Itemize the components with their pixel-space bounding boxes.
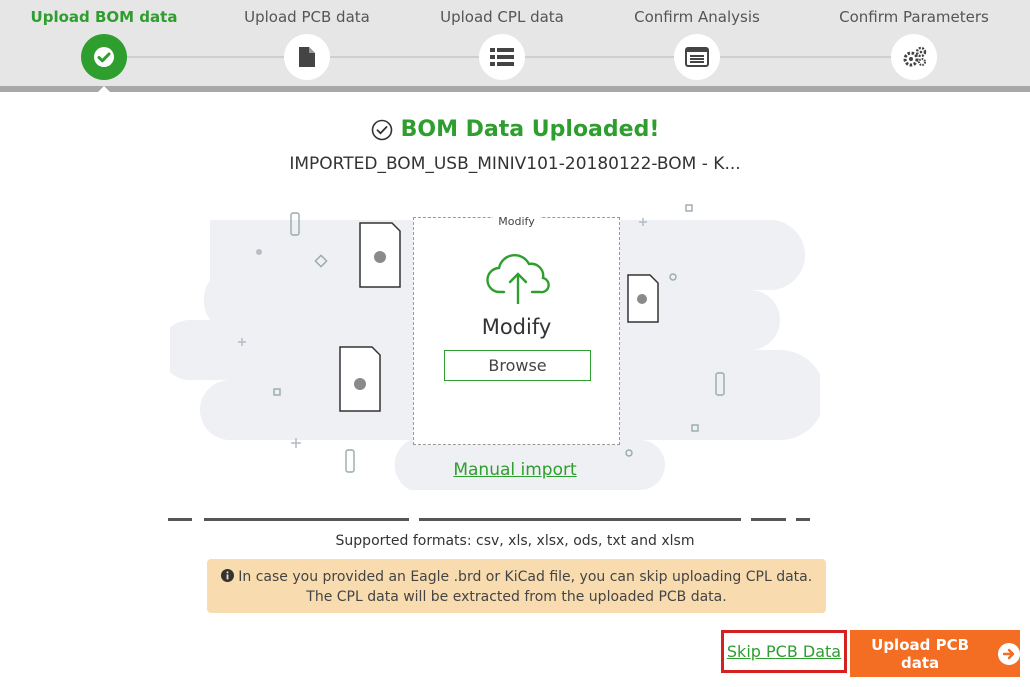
info-notice: In case you provided an Eagle .brd or Ki… (207, 559, 826, 613)
manual-import-link[interactable]: Manual import (453, 460, 576, 480)
step-label: Upload CPL data (440, 8, 564, 26)
step-upload-bom[interactable]: Upload BOM data (4, 0, 204, 80)
upload-button-label: Upload PCB data (871, 635, 970, 672)
step-label: Upload BOM data (30, 8, 178, 26)
gears-icon (891, 34, 937, 80)
file-icon (284, 34, 330, 80)
step-label: Confirm Analysis (634, 8, 760, 26)
skip-highlight: Skip PCB Data (721, 630, 847, 673)
step-label: Confirm Parameters (839, 8, 989, 26)
step-confirm-analysis[interactable]: Confirm Analysis (597, 0, 797, 80)
list-icon (479, 34, 525, 80)
step-label: Upload PCB data (244, 8, 370, 26)
stepper-divider (0, 86, 1030, 92)
supported-formats: Supported formats: csv, xls, xlsx, ods, … (335, 533, 695, 549)
browse-button[interactable]: Browse (444, 350, 591, 381)
page-title: BOM Data Uploaded! (0, 117, 1030, 142)
dropzone-label: Modify (481, 315, 552, 339)
uploaded-filename: IMPORTED_BOM_USB_MINIV101-20180122-BOM -… (289, 154, 741, 174)
step-upload-pcb[interactable]: Upload PCB data (207, 0, 407, 80)
file-dropzone[interactable]: Modify Modify Browse (413, 215, 620, 445)
step-confirm-parameters[interactable]: Confirm Parameters (814, 0, 1014, 80)
dropzone-legend: Modify (493, 215, 540, 228)
window-list-icon (674, 34, 720, 80)
title-text: BOM Data Uploaded! (400, 117, 660, 142)
progress-stepper: Upload BOM data Upload PCB data Upload C… (0, 0, 1030, 88)
skip-pcb-link[interactable]: Skip PCB Data (727, 642, 841, 661)
check-icon (81, 34, 127, 80)
notice-line-2: The CPL data will be extracted from the … (306, 589, 727, 605)
notice-line-1: In case you provided an Eagle .brd or Ki… (238, 569, 813, 585)
info-icon (220, 569, 234, 582)
check-circle-icon (371, 119, 392, 140)
upload-pcb-button[interactable]: Upload PCB data (850, 630, 1020, 677)
cloud-upload-icon (486, 253, 550, 304)
active-step-pointer (94, 86, 114, 96)
arrow-right-icon (998, 642, 1020, 665)
step-upload-cpl[interactable]: Upload CPL data (402, 0, 602, 80)
